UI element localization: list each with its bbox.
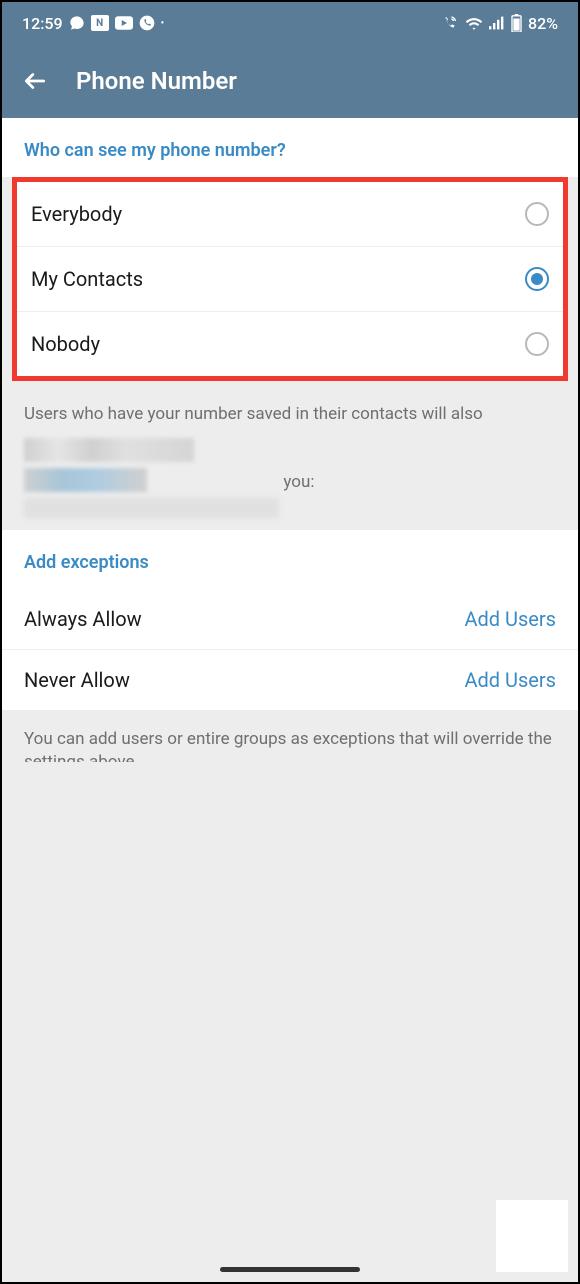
you-fragment: you:	[279, 470, 314, 496]
exception-label: Always Allow	[24, 607, 142, 631]
radio-label: Everybody	[31, 202, 122, 226]
page-title: Phone Number	[76, 67, 237, 95]
highlight-box: Everybody My Contacts Nobody	[12, 177, 568, 381]
description-line: Users who have your number saved in thei…	[24, 402, 556, 428]
radio-option-nobody[interactable]: Nobody	[17, 312, 563, 376]
exception-label: Never Allow	[24, 668, 130, 692]
exceptions-section: Add exceptions Always Allow Add Users Ne…	[2, 530, 578, 710]
redacted-region: you:	[24, 438, 556, 518]
wifi-icon	[465, 16, 483, 30]
signal-icon	[489, 16, 505, 30]
back-arrow-icon[interactable]	[22, 68, 48, 94]
status-bar: 12:59 N • 82%	[2, 2, 578, 44]
redacted-bar	[24, 438, 194, 462]
exception-always-allow[interactable]: Always Allow Add Users	[2, 589, 578, 650]
add-users-link[interactable]: Add Users	[464, 668, 556, 692]
radio-label: My Contacts	[31, 267, 143, 291]
battery-percent: 82%	[528, 14, 558, 33]
phone-circle-icon	[139, 15, 155, 31]
add-users-link[interactable]: Add Users	[464, 607, 556, 631]
volte-icon	[441, 15, 459, 31]
radio-option-my-contacts[interactable]: My Contacts	[17, 247, 563, 312]
nav-handle[interactable]	[220, 1267, 360, 1272]
more-dot: •	[161, 18, 165, 29]
chat-icon	[69, 15, 85, 31]
status-right: 82%	[441, 14, 558, 33]
exceptions-header: Add exceptions	[2, 530, 578, 589]
radio-option-everybody[interactable]: Everybody	[17, 182, 563, 247]
redacted-bar	[24, 468, 147, 492]
battery-icon	[511, 14, 522, 32]
radio-icon	[525, 202, 549, 226]
radio-icon-selected	[525, 267, 549, 291]
youtube-icon	[115, 16, 133, 30]
redacted-bar	[24, 498, 279, 518]
visibility-radio-list: Everybody My Contacts Nobody	[17, 182, 563, 376]
radio-icon	[525, 332, 549, 356]
content: Who can see my phone number? Everybody M…	[2, 118, 578, 793]
status-left: 12:59 N •	[22, 14, 164, 33]
app-icon-n: N	[91, 15, 109, 31]
bottom-area	[2, 762, 578, 1282]
white-overlay	[496, 1200, 568, 1272]
exception-never-allow[interactable]: Never Allow Add Users	[2, 650, 578, 710]
app-bar: Phone Number	[2, 44, 578, 118]
visibility-header: Who can see my phone number?	[2, 118, 578, 177]
radio-label: Nobody	[31, 332, 100, 356]
status-time: 12:59	[22, 14, 63, 33]
visibility-description: Users who have your number saved in thei…	[2, 387, 578, 530]
